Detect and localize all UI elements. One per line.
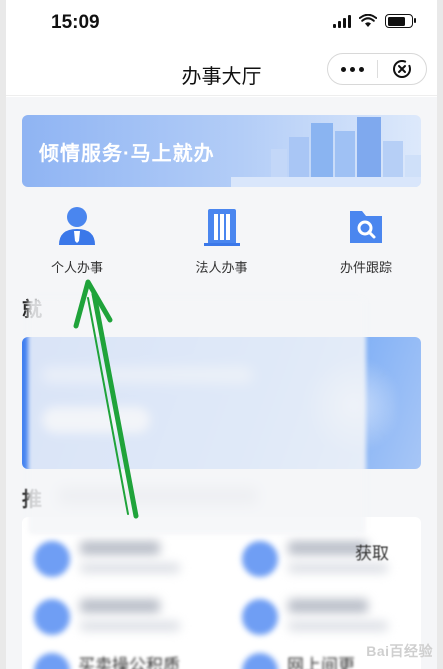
person-icon [54,205,100,247]
case-tracking-button[interactable]: 办件跟踪 [311,205,421,275]
more-dot-icon [349,66,355,72]
baidu-watermark: Bai百经验 [366,643,433,659]
quick-action-label: 办件跟踪 [339,260,392,275]
list-item-text-fragment: 网上间更 [287,656,355,669]
slogan-banner[interactable]: 倾情服务·马上就办 [22,115,421,187]
more-dot-icon [340,66,346,72]
more-dot-icon [358,66,364,72]
banner-slogan: 倾情服务·马上就办 [39,143,215,165]
right-frame [437,0,443,669]
miniprogram-capsule [327,53,427,85]
quick-action-label: 法人办事 [195,260,248,275]
nav-bar: 办事大厅 [6,48,437,96]
city-skyline-icon [231,117,421,187]
service-icon [34,541,70,577]
status-bar: 15:09 [6,0,437,48]
service-icon [242,541,278,577]
service-icon [242,599,278,635]
status-icons [333,14,416,28]
green-arrow-annotation [73,279,139,519]
list-item[interactable] [234,593,404,639]
personal-affairs-button[interactable]: 个人办事 [22,205,132,275]
building-icon [199,205,245,247]
signal-icon [333,14,351,28]
close-button[interactable] [378,59,427,79]
service-icon [34,599,70,635]
quick-actions: 个人办事 法人办事 办件跟踪 [22,205,421,275]
list-item[interactable] [26,593,196,639]
list-item-text-fragment: 获取 [355,544,389,563]
list-item-text-fragment: 买卖操公积质 [78,656,180,669]
folder-search-icon [343,205,389,247]
corporate-affairs-button[interactable]: 法人办事 [167,205,277,275]
close-circle-icon [392,60,411,78]
service-icon [34,653,70,669]
wifi-icon [359,14,377,27]
more-button[interactable] [328,66,377,72]
status-time: 15:09 [51,12,100,33]
battery-icon [385,14,416,28]
list-item[interactable] [26,535,196,581]
service-list: 获取 买卖操公积质 网上间更 [22,517,421,669]
service-icon [242,653,278,669]
